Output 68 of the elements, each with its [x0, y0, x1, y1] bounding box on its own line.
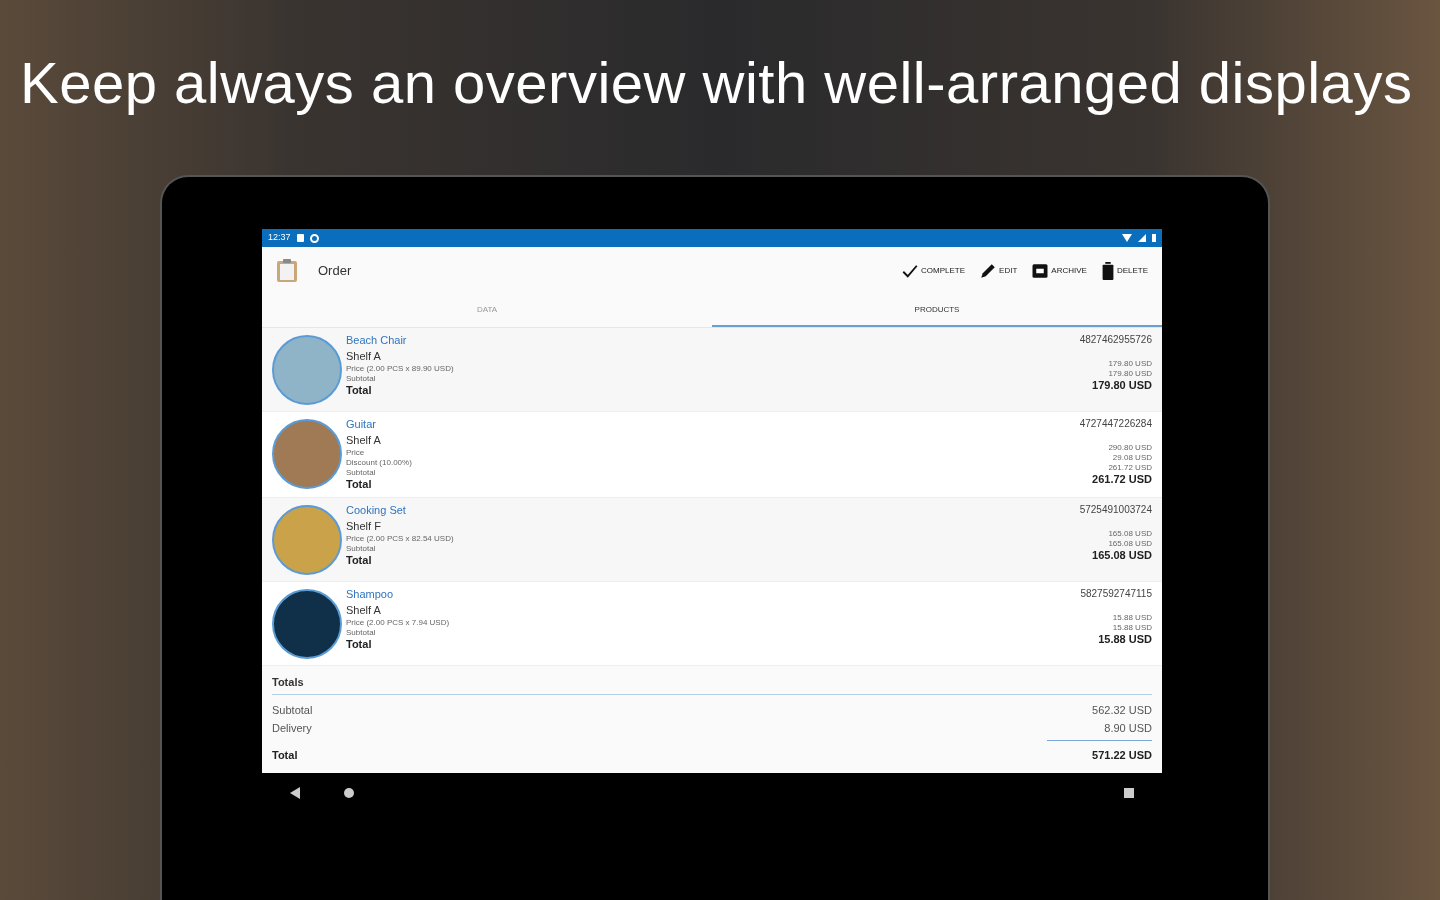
product-total: 15.88 USD: [1098, 632, 1152, 647]
total-label: Total: [346, 477, 373, 492]
product-name: Cooking Set: [346, 504, 407, 518]
barcode-number: 4727447226284: [1079, 418, 1152, 431]
screen-title: Order: [318, 262, 352, 281]
price-line-value: 261.72 USD: [1108, 462, 1152, 473]
price-line-value: 15.88 USD: [1112, 612, 1152, 623]
price-line-label: Price: [346, 447, 366, 458]
product-total: 179.80 USD: [1092, 378, 1152, 393]
product-total: 165.08 USD: [1092, 548, 1152, 563]
grand-total-label: Total: [272, 747, 298, 763]
totals-heading: Totals: [272, 674, 1152, 695]
totals-label: Delivery: [272, 720, 312, 736]
pencil-icon: [979, 262, 998, 280]
totals-value: 562.32 USD: [1092, 702, 1152, 718]
price-line-label: Price (2.00 PCS x 7.94 USD): [346, 617, 450, 628]
barcode-number: 5725491003724: [1079, 504, 1152, 517]
price-line-value: 165.08 USD: [1108, 538, 1152, 549]
product-location: Shelf A: [346, 349, 382, 364]
product-location: Shelf A: [346, 433, 382, 448]
totals-value: 8.90 USD: [1104, 720, 1152, 736]
grand-total-value: 571.22 USD: [1092, 747, 1152, 763]
trash-icon: [1100, 262, 1115, 280]
product-location: Shelf A: [346, 604, 382, 618]
price-line-label: Subtotal: [346, 467, 377, 478]
total-label: Total: [346, 637, 373, 652]
product-row[interactable]: Guitar Shelf A Price Discount (10.00%) Subtotal Total 4727447226284 290.80 USD 29.08 USD 261.72 USD 261.72 USD: [262, 412, 1162, 499]
price-line-value: 165.08 USD: [1108, 528, 1152, 539]
total-label: Total: [346, 383, 373, 398]
price-line-value: 29.08 USD: [1112, 452, 1152, 463]
price-line-label: Subtotal: [346, 627, 377, 638]
toolbar-action-button[interactable]: ARCHIVE: [1031, 262, 1087, 280]
archive-icon: [1031, 262, 1050, 280]
price-line-label: Price (2.00 PCS x 82.54 USD): [346, 533, 454, 544]
product-row[interactable]: Cooking Set Shelf F Price (2.00 PCS x 82.54 USD) Subtotal Total 5725491003724 165.08 USD 165.08 USD 165.08 USD: [262, 498, 1162, 583]
product-name: Shampoo: [346, 588, 395, 602]
price-line-label: Subtotal: [346, 543, 377, 554]
toolbar-action-button[interactable]: COMPLETE: [901, 262, 966, 280]
price-line-value: 15.88 USD: [1112, 622, 1152, 633]
price-line-value: 179.80 USD: [1108, 358, 1152, 369]
notification-icon: [296, 234, 304, 242]
product-name: Beach Chair: [346, 334, 408, 348]
barcode-number: 4827462955726: [1079, 334, 1152, 347]
wifi-icon: [1122, 234, 1132, 242]
product-location: Shelf F: [346, 520, 382, 534]
toolbar-action-button[interactable]: EDIT: [979, 262, 1018, 280]
battery-icon: [1152, 234, 1156, 242]
product-row[interactable]: Shampoo Shelf A Price (2.00 PCS x 7.94 USD) Subtotal Total 5827592747115 15.88 USD 15.88 USD 15.88 USD: [262, 582, 1162, 667]
price-line-label: Subtotal: [346, 373, 377, 384]
product-name: Guitar: [346, 418, 377, 432]
toolbar-action-button[interactable]: DELETE: [1100, 262, 1148, 280]
headline: Keep always an overview with well-arranged displays: [20, 49, 1413, 117]
signal-icon: [1138, 234, 1146, 242]
back-icon[interactable]: [290, 787, 300, 800]
barcode-number: 5827592747115: [1080, 588, 1152, 601]
price-line-label: Price (2.00 PCS x 89.90 USD): [346, 363, 454, 374]
status-time: 12:37: [268, 231, 291, 245]
home-icon[interactable]: [344, 788, 354, 799]
recents-icon[interactable]: [1124, 788, 1134, 799]
sync-icon: [309, 233, 319, 243]
price-line-label: Discount (10.00%): [346, 457, 412, 468]
price-line-value: 179.80 USD: [1108, 368, 1152, 379]
totals-label: Subtotal: [272, 702, 313, 718]
clipboard-icon: [276, 259, 298, 283]
product-row[interactable]: Beach Chair Shelf A Price (2.00 PCS x 89.90 USD) Subtotal Total 4827462955726 179.80 USD 179.80 USD 179.80 USD: [262, 328, 1162, 412]
product-total: 261.72 USD: [1092, 472, 1152, 487]
total-label: Total: [346, 553, 373, 568]
price-line-value: 290.80 USD: [1108, 442, 1152, 453]
